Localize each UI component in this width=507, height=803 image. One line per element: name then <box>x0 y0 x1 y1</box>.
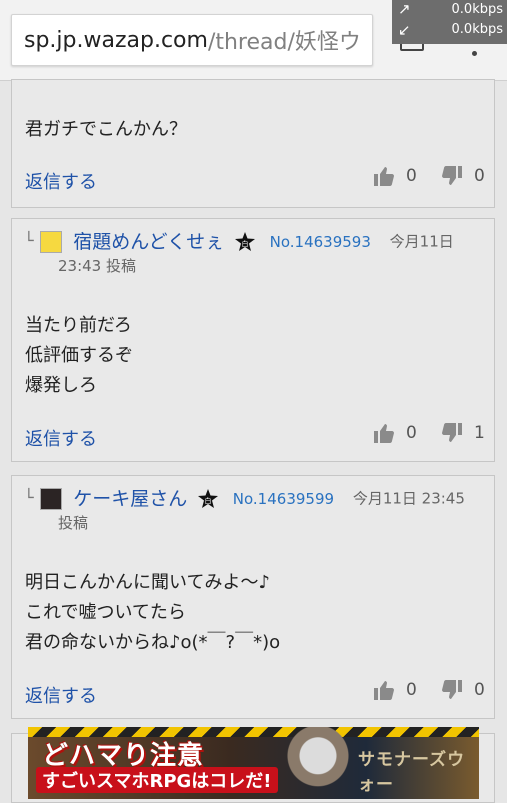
dislike-button[interactable]: 1 <box>440 421 485 445</box>
download-arrow-icon: ↙ <box>398 21 411 39</box>
post-time: 投稿 <box>58 513 89 532</box>
like-button[interactable]: 0 <box>372 164 417 188</box>
reply-corner-icon: └ <box>24 231 34 250</box>
url-bar[interactable]: sp.jp.wazap.com/thread/妖怪ウ <box>11 14 373 66</box>
thumbs-up-icon <box>374 681 394 700</box>
post-date: 今月11日 23:45 <box>352 489 465 508</box>
dislike-count: 0 <box>474 166 485 186</box>
like-button[interactable]: 0 <box>372 678 417 702</box>
dislike-button[interactable]: 0 <box>440 164 485 188</box>
post-username[interactable]: ケーキ屋さん <box>73 488 187 510</box>
post-number[interactable]: No.14639599 <box>233 490 334 508</box>
post-body-line: 爆発しろ <box>25 375 97 396</box>
network-speed-overlay: ↗ 0.0kbps ↙ 0.0kbps <box>392 0 507 44</box>
thumbs-up-icon <box>374 167 394 186</box>
post-body-line: 君ガチでこんかん？ <box>25 119 187 140</box>
dislike-count: 0 <box>474 680 485 700</box>
post-username[interactable]: 宿題めんどくせぇ <box>73 231 224 253</box>
reply-link[interactable]: 返信する <box>25 425 97 451</box>
reply-link[interactable]: 返信する <box>25 168 97 194</box>
avatar[interactable] <box>40 487 63 510</box>
avatar[interactable] <box>40 230 63 253</box>
ad-banner[interactable]: どハマり注意 すごいスマホRPGはコレだ! サモナーズウォー <box>28 727 479 799</box>
thumbs-up-icon <box>374 424 394 443</box>
post-body-line: 当たり前だろ <box>25 315 132 336</box>
post-body-line: 明日こんかんに聞いてみよ～♪ <box>25 572 270 593</box>
thumbs-down-icon <box>442 680 462 699</box>
like-button[interactable]: 0 <box>372 421 417 445</box>
post-date: 今月11日 <box>389 232 454 251</box>
post-time: 23:43 投稿 <box>58 256 136 275</box>
like-count: 0 <box>406 423 417 443</box>
thumbs-down-icon <box>442 423 462 442</box>
upload-speed: 0.0kbps <box>451 2 503 17</box>
dislike-button[interactable]: 0 <box>440 678 485 702</box>
dislike-count: 1 <box>474 423 485 443</box>
ad-game-logo: サモナーズウォー <box>358 750 466 795</box>
svg-text:白: 白 <box>241 239 248 248</box>
ad-subtitle: すごいスマホRPGはコレだ! <box>36 767 278 793</box>
post-header: └ 宿題めんどくせぇ 白 No.14639593 今月11日 23:43 投稿 <box>24 229 484 278</box>
url-host: sp.jp.wazap.com <box>24 27 208 53</box>
rank-badge-icon: 白 <box>234 231 255 252</box>
post-card: 君ガチでこんかん？ 返信する 0 0 <box>11 79 495 208</box>
post-number[interactable]: No.14639593 <box>270 233 371 251</box>
reply-corner-icon: └ <box>24 488 34 507</box>
post-card: └ ケーキ屋さん 白 No.14639599 今月11日 23:45 投稿 明日… <box>11 475 495 719</box>
post-header: └ ケーキ屋さん 白 No.14639599 今月11日 23:45 投稿 <box>24 486 484 535</box>
rank-badge-icon: 白 <box>198 488 218 509</box>
upload-arrow-icon: ↗ <box>398 0 411 18</box>
download-speed: 0.0kbps <box>451 22 503 37</box>
post-body: 当たり前だろ 低評価するぞ 爆発しろ <box>25 311 133 401</box>
reply-link[interactable]: 返信する <box>25 682 97 708</box>
post-card: └ 宿題めんどくせぇ 白 No.14639593 今月11日 23:43 投稿 … <box>11 218 495 462</box>
like-count: 0 <box>406 680 417 700</box>
post-body: 明日こんかんに聞いてみよ～♪ これで嘘ついてたら 君の命ないからね♪o(*￣?￣… <box>25 568 280 658</box>
like-count: 0 <box>406 166 417 186</box>
thumbs-down-icon <box>442 166 462 185</box>
svg-text:白: 白 <box>205 496 212 505</box>
post-body-line: これで嘘ついてたら <box>25 602 186 623</box>
url-path: /thread/妖怪ウ <box>207 30 361 55</box>
post-body-line: 低評価するぞ <box>25 345 133 366</box>
post-body-line: 君の命ないからね♪o(*￣?￣*)o <box>25 632 281 653</box>
ad-character-image <box>278 727 358 799</box>
post-body: 君ガチでこんかん？ <box>25 115 187 145</box>
